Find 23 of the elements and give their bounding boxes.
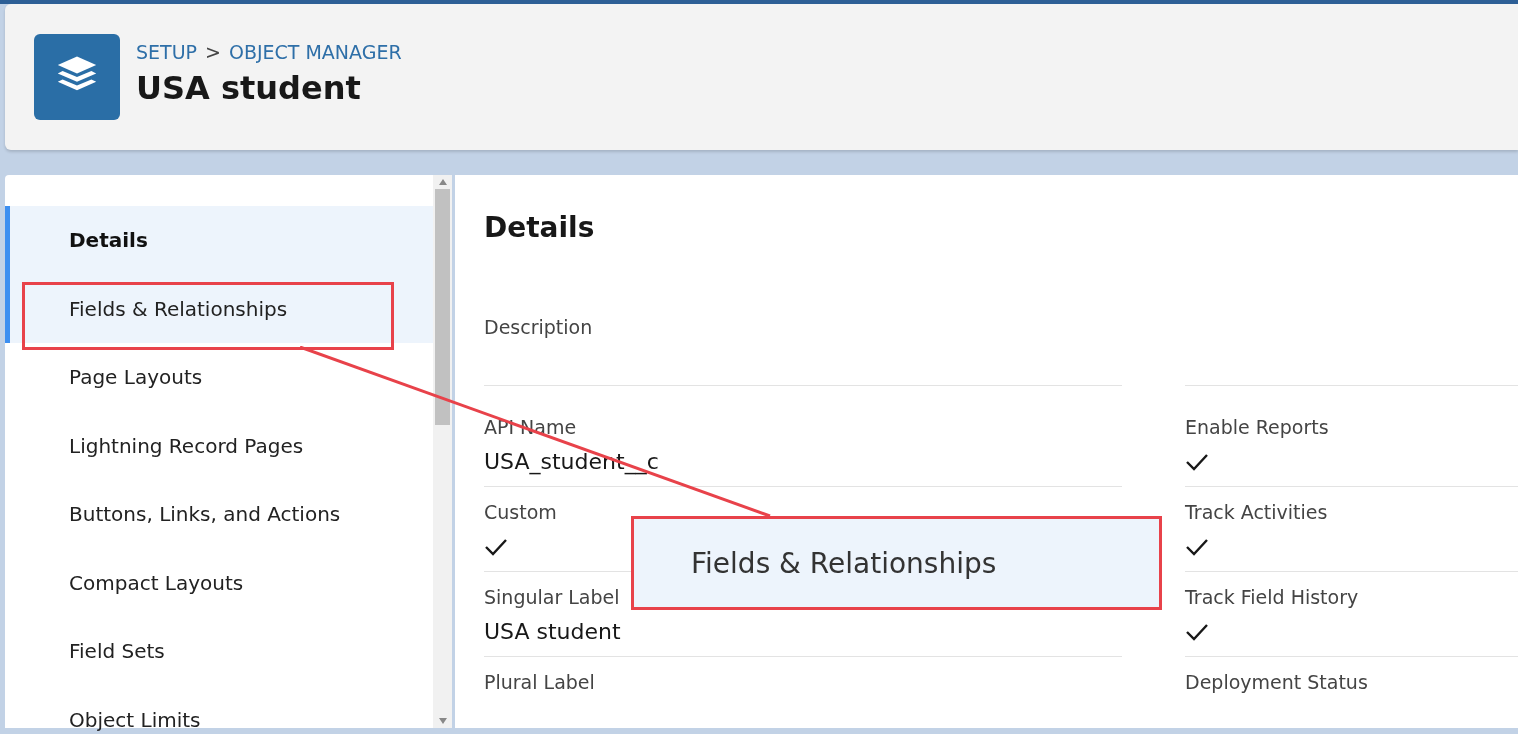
sidebar-item[interactable]: Field Sets [5, 617, 433, 686]
field-label: Track Field History [1185, 585, 1360, 609]
sidebar-item[interactable]: Compact Layouts [5, 548, 433, 617]
callout-label: Fields & Relationships [631, 516, 1162, 610]
object-title: USA student [136, 69, 362, 107]
sidebar-item[interactable]: Lightning Record Pages [5, 411, 433, 480]
sidebar-item[interactable]: Object Limits [5, 685, 433, 734]
section-heading: Details [484, 211, 596, 244]
field-label: Custom [484, 500, 558, 524]
breadcrumb-separator: > [205, 41, 221, 63]
field-label: Description [484, 315, 594, 339]
breadcrumb-link[interactable]: OBJECT MANAGER [228, 41, 402, 63]
sidebar-item[interactable]: Fields & Relationships [5, 274, 433, 343]
field-label: Singular Label [484, 585, 621, 609]
field-label: Track Activities [1185, 500, 1329, 524]
sidebar-item[interactable]: Buttons, Links, and Actions [5, 480, 433, 549]
field-label: Plural Label [484, 670, 596, 694]
field-label: Enable Reports [1185, 415, 1330, 439]
sidebar-item[interactable]: Details [5, 206, 433, 275]
field-label: Deployment Status [1185, 670, 1369, 694]
sidebar-item[interactable]: Page Layouts [5, 343, 433, 412]
field-value: USA student [484, 618, 621, 646]
breadcrumb-link[interactable]: SETUP [136, 41, 198, 63]
